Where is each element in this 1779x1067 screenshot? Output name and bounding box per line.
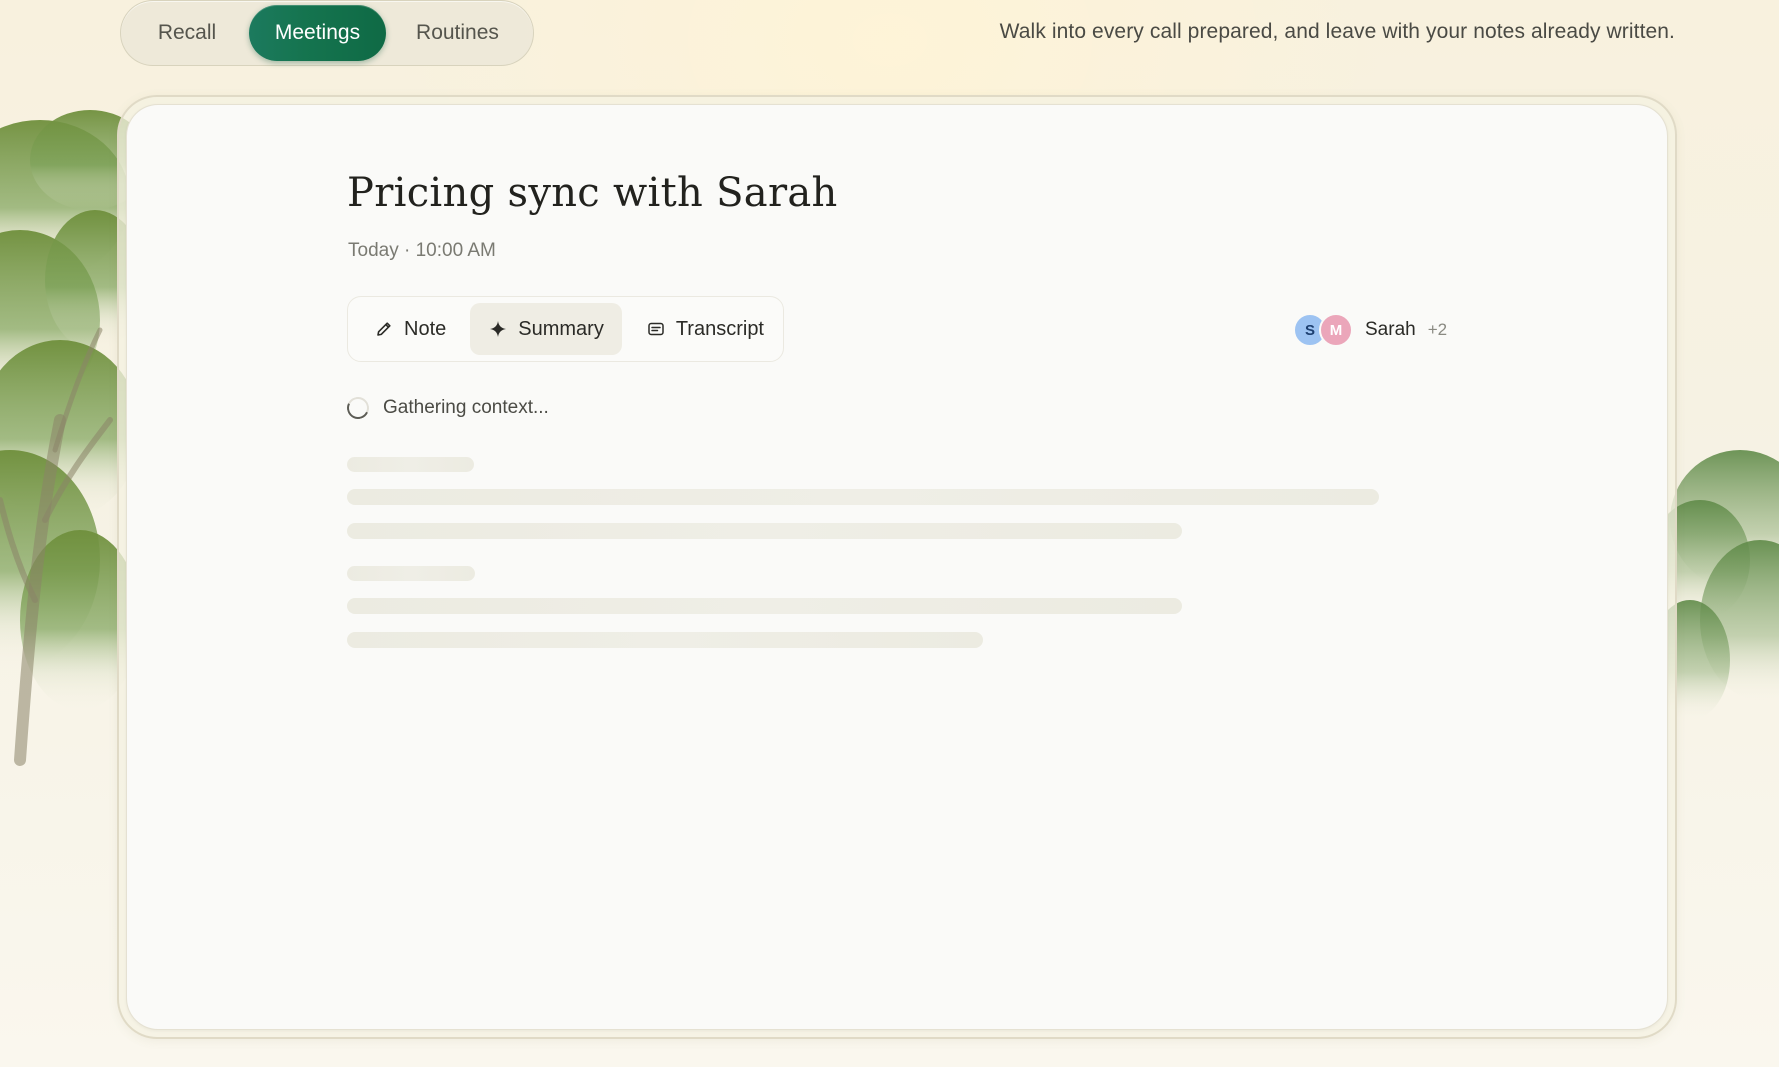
- tagline: Walk into every call prepared, and leave…: [999, 20, 1675, 43]
- avatar: M: [1319, 313, 1353, 347]
- meeting-time: Today · 10:00 AM: [348, 240, 496, 261]
- sparkle-icon: [488, 319, 508, 339]
- tab-summary[interactable]: Summary: [470, 303, 622, 355]
- skeleton-line: [347, 523, 1182, 539]
- tab-transcript-label: Transcript: [675, 317, 764, 340]
- participant-name: Sarah: [1365, 319, 1416, 340]
- view-tabs: Note Summary Transcript: [347, 296, 784, 362]
- tab-summary-label: Summary: [518, 317, 604, 340]
- meeting-title: Pricing sync with Sarah: [347, 170, 838, 216]
- tab-note-label: Note: [404, 317, 447, 340]
- transcript-icon: [646, 319, 666, 339]
- tab-recall[interactable]: Recall: [129, 5, 245, 61]
- participants[interactable]: S M Sarah +2: [1293, 313, 1448, 347]
- mode-switch: Recall Meetings Routines: [120, 0, 534, 66]
- tab-meetings[interactable]: Meetings: [249, 5, 386, 61]
- skeleton-line: [347, 598, 1182, 614]
- tab-transcript[interactable]: Transcript: [628, 303, 782, 355]
- tab-routines[interactable]: Routines: [390, 5, 525, 61]
- skeleton-line: [347, 489, 1379, 505]
- tab-note[interactable]: Note: [356, 303, 464, 355]
- status-text: Gathering context...: [383, 397, 549, 418]
- pencil-icon: [374, 319, 394, 339]
- skeleton-line: [347, 566, 475, 581]
- skeleton-line: [347, 632, 983, 648]
- loading-spinner-icon: [343, 393, 373, 423]
- skeleton-line: [347, 457, 474, 472]
- status-row: Gathering context...: [343, 393, 549, 423]
- participant-count-badge: +2: [1427, 320, 1448, 339]
